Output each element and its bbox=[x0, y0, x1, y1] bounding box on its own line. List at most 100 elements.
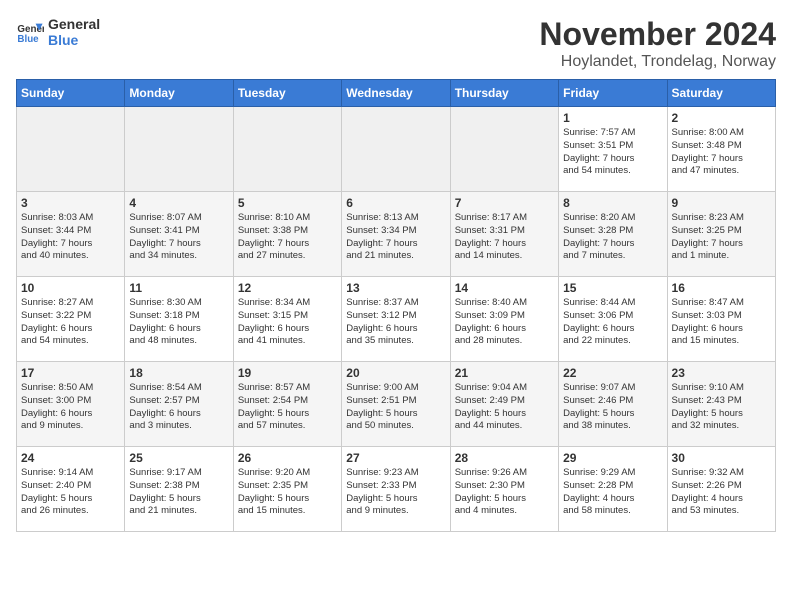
day-number: 12 bbox=[238, 281, 337, 295]
cell-content: Sunrise: 9:04 AM Sunset: 2:49 PM Dayligh… bbox=[455, 382, 554, 433]
calendar-cell: 11 Sunrise: 8:30 AM Sunset: 3:18 PM Dayli… bbox=[125, 277, 233, 362]
cell-content: Sunrise: 8:13 AM Sunset: 3:34 PM Dayligh… bbox=[346, 212, 445, 263]
cell-content: Sunrise: 9:23 AM Sunset: 2:33 PM Dayligh… bbox=[346, 467, 445, 518]
cell-content: Sunrise: 8:44 AM Sunset: 3:06 PM Dayligh… bbox=[563, 297, 662, 348]
header: General Blue General Blue November 2024 … bbox=[16, 16, 776, 71]
day-number: 11 bbox=[129, 281, 228, 295]
logo: General Blue General Blue bbox=[16, 16, 100, 48]
cell-content: Sunrise: 9:00 AM Sunset: 2:51 PM Dayligh… bbox=[346, 382, 445, 433]
day-number: 24 bbox=[21, 451, 120, 465]
cell-content: Sunrise: 9:10 AM Sunset: 2:43 PM Dayligh… bbox=[672, 382, 771, 433]
calendar-cell: 24 Sunrise: 9:14 AM Sunset: 2:40 PM Dayli… bbox=[17, 447, 125, 532]
calendar-cell: 17Sunrise: 8:50 AM Sunset: 3:00 PM Dayli… bbox=[17, 362, 125, 447]
logo-text-line1: General bbox=[48, 16, 100, 32]
calendar-cell: 20 Sunrise: 9:00 AM Sunset: 2:51 PM Dayli… bbox=[342, 362, 450, 447]
day-number: 19 bbox=[238, 366, 337, 380]
title-area: November 2024 Hoylandet, Trondelag, Norw… bbox=[539, 16, 776, 71]
calendar-cell bbox=[342, 107, 450, 192]
calendar-cell: 10 Sunrise: 8:27 AM Sunset: 3:22 PM Dayli… bbox=[17, 277, 125, 362]
cell-content: Sunrise: 8:07 AM Sunset: 3:41 PM Dayligh… bbox=[129, 212, 228, 263]
cell-content: Sunrise: 9:20 AM Sunset: 2:35 PM Dayligh… bbox=[238, 467, 337, 518]
cell-content: Sunrise: 9:32 AM Sunset: 2:26 PM Dayligh… bbox=[672, 467, 771, 518]
weekday-header: Sunday bbox=[17, 80, 125, 107]
calendar-subtitle: Hoylandet, Trondelag, Norway bbox=[539, 53, 776, 71]
day-number: 10 bbox=[21, 281, 120, 295]
logo-icon: General Blue bbox=[16, 18, 44, 46]
weekday-header: Tuesday bbox=[233, 80, 341, 107]
calendar-cell: 30 Sunrise: 9:32 AM Sunset: 2:26 PM Dayli… bbox=[667, 447, 775, 532]
calendar-cell: 22Sunrise: 9:07 AM Sunset: 2:46 PM Dayli… bbox=[559, 362, 667, 447]
calendar-cell: 9 Sunrise: 8:23 AM Sunset: 3:25 PM Daylig… bbox=[667, 192, 775, 277]
day-number: 8 bbox=[563, 196, 662, 210]
calendar-cell: 23 Sunrise: 9:10 AM Sunset: 2:43 PM Dayli… bbox=[667, 362, 775, 447]
cell-content: Sunrise: 9:29 AM Sunset: 2:28 PM Dayligh… bbox=[563, 467, 662, 518]
cell-content: Sunrise: 7:57 AM Sunset: 3:51 PM Dayligh… bbox=[563, 127, 662, 178]
day-number: 30 bbox=[672, 451, 771, 465]
calendar-cell bbox=[17, 107, 125, 192]
calendar-title: November 2024 bbox=[539, 16, 776, 53]
calendar-cell: 25 Sunrise: 9:17 AM Sunset: 2:38 PM Dayli… bbox=[125, 447, 233, 532]
day-number: 16 bbox=[672, 281, 771, 295]
day-number: 25 bbox=[129, 451, 228, 465]
day-number: 27 bbox=[346, 451, 445, 465]
day-number: 3 bbox=[21, 196, 120, 210]
calendar-cell: 8 Sunrise: 8:20 AM Sunset: 3:28 PM Daylig… bbox=[559, 192, 667, 277]
day-number: 29 bbox=[563, 451, 662, 465]
day-number: 21 bbox=[455, 366, 554, 380]
weekday-header: Friday bbox=[559, 80, 667, 107]
cell-content: Sunrise: 8:20 AM Sunset: 3:28 PM Dayligh… bbox=[563, 212, 662, 263]
calendar-cell: 29 Sunrise: 9:29 AM Sunset: 2:28 PM Dayli… bbox=[559, 447, 667, 532]
day-number: 9 bbox=[672, 196, 771, 210]
calendar-cell: 5 Sunrise: 8:10 AM Sunset: 3:38 PM Daylig… bbox=[233, 192, 341, 277]
weekday-header: Thursday bbox=[450, 80, 558, 107]
calendar-cell: 28Sunrise: 9:26 AM Sunset: 2:30 PM Dayli… bbox=[450, 447, 558, 532]
cell-content: Sunrise: 8:37 AM Sunset: 3:12 PM Dayligh… bbox=[346, 297, 445, 348]
cell-content: Sunrise: 8:00 AM Sunset: 3:48 PM Dayligh… bbox=[672, 127, 771, 178]
weekday-header: Saturday bbox=[667, 80, 775, 107]
cell-content: Sunrise: 9:17 AM Sunset: 2:38 PM Dayligh… bbox=[129, 467, 228, 518]
cell-content: Sunrise: 8:30 AM Sunset: 3:18 PM Dayligh… bbox=[129, 297, 228, 348]
cell-content: Sunrise: 8:50 AM Sunset: 3:00 PM Dayligh… bbox=[21, 382, 120, 433]
day-number: 5 bbox=[238, 196, 337, 210]
day-number: 7 bbox=[455, 196, 554, 210]
day-number: 20 bbox=[346, 366, 445, 380]
calendar-cell: 6 Sunrise: 8:13 AM Sunset: 3:34 PM Daylig… bbox=[342, 192, 450, 277]
weekday-header: Monday bbox=[125, 80, 233, 107]
calendar-cell: 27 Sunrise: 9:23 AM Sunset: 2:33 PM Dayli… bbox=[342, 447, 450, 532]
calendar-cell: 13 Sunrise: 8:37 AM Sunset: 3:12 PM Dayli… bbox=[342, 277, 450, 362]
day-number: 2 bbox=[672, 111, 771, 125]
weekday-header: Wednesday bbox=[342, 80, 450, 107]
calendar-cell bbox=[233, 107, 341, 192]
calendar-cell bbox=[450, 107, 558, 192]
day-number: 6 bbox=[346, 196, 445, 210]
cell-content: Sunrise: 8:23 AM Sunset: 3:25 PM Dayligh… bbox=[672, 212, 771, 263]
cell-content: Sunrise: 8:34 AM Sunset: 3:15 PM Dayligh… bbox=[238, 297, 337, 348]
calendar-table: SundayMondayTuesdayWednesdayThursdayFrid… bbox=[16, 79, 776, 532]
calendar-cell: 12 Sunrise: 8:34 AM Sunset: 3:15 PM Dayli… bbox=[233, 277, 341, 362]
calendar-cell: 19 Sunrise: 8:57 AM Sunset: 2:54 PM Dayli… bbox=[233, 362, 341, 447]
cell-content: Sunrise: 8:54 AM Sunset: 2:57 PM Dayligh… bbox=[129, 382, 228, 433]
day-number: 4 bbox=[129, 196, 228, 210]
cell-content: Sunrise: 8:10 AM Sunset: 3:38 PM Dayligh… bbox=[238, 212, 337, 263]
day-number: 14 bbox=[455, 281, 554, 295]
calendar-cell: 2 Sunrise: 8:00 AM Sunset: 3:48 PM Daylig… bbox=[667, 107, 775, 192]
cell-content: Sunrise: 9:07 AM Sunset: 2:46 PM Dayligh… bbox=[563, 382, 662, 433]
day-number: 1 bbox=[563, 111, 662, 125]
cell-content: Sunrise: 8:57 AM Sunset: 2:54 PM Dayligh… bbox=[238, 382, 337, 433]
cell-content: Sunrise: 9:14 AM Sunset: 2:40 PM Dayligh… bbox=[21, 467, 120, 518]
day-number: 23 bbox=[672, 366, 771, 380]
calendar-cell: 16Sunrise: 8:47 AM Sunset: 3:03 PM Dayli… bbox=[667, 277, 775, 362]
cell-content: Sunrise: 9:26 AM Sunset: 2:30 PM Dayligh… bbox=[455, 467, 554, 518]
calendar-cell: 1 Sunrise: 7:57 AM Sunset: 3:51 PM Daylig… bbox=[559, 107, 667, 192]
calendar-cell bbox=[125, 107, 233, 192]
calendar-cell: 3 Sunrise: 8:03 AM Sunset: 3:44 PM Daylig… bbox=[17, 192, 125, 277]
calendar-cell: 15Sunrise: 8:44 AM Sunset: 3:06 PM Dayli… bbox=[559, 277, 667, 362]
cell-content: Sunrise: 8:27 AM Sunset: 3:22 PM Dayligh… bbox=[21, 297, 120, 348]
calendar-cell: 4 Sunrise: 8:07 AM Sunset: 3:41 PM Daylig… bbox=[125, 192, 233, 277]
calendar-cell: 7 Sunrise: 8:17 AM Sunset: 3:31 PM Daylig… bbox=[450, 192, 558, 277]
cell-content: Sunrise: 8:03 AM Sunset: 3:44 PM Dayligh… bbox=[21, 212, 120, 263]
logo-text-line2: Blue bbox=[48, 32, 100, 48]
day-number: 13 bbox=[346, 281, 445, 295]
calendar-cell: 26Sunrise: 9:20 AM Sunset: 2:35 PM Dayli… bbox=[233, 447, 341, 532]
cell-content: Sunrise: 8:17 AM Sunset: 3:31 PM Dayligh… bbox=[455, 212, 554, 263]
